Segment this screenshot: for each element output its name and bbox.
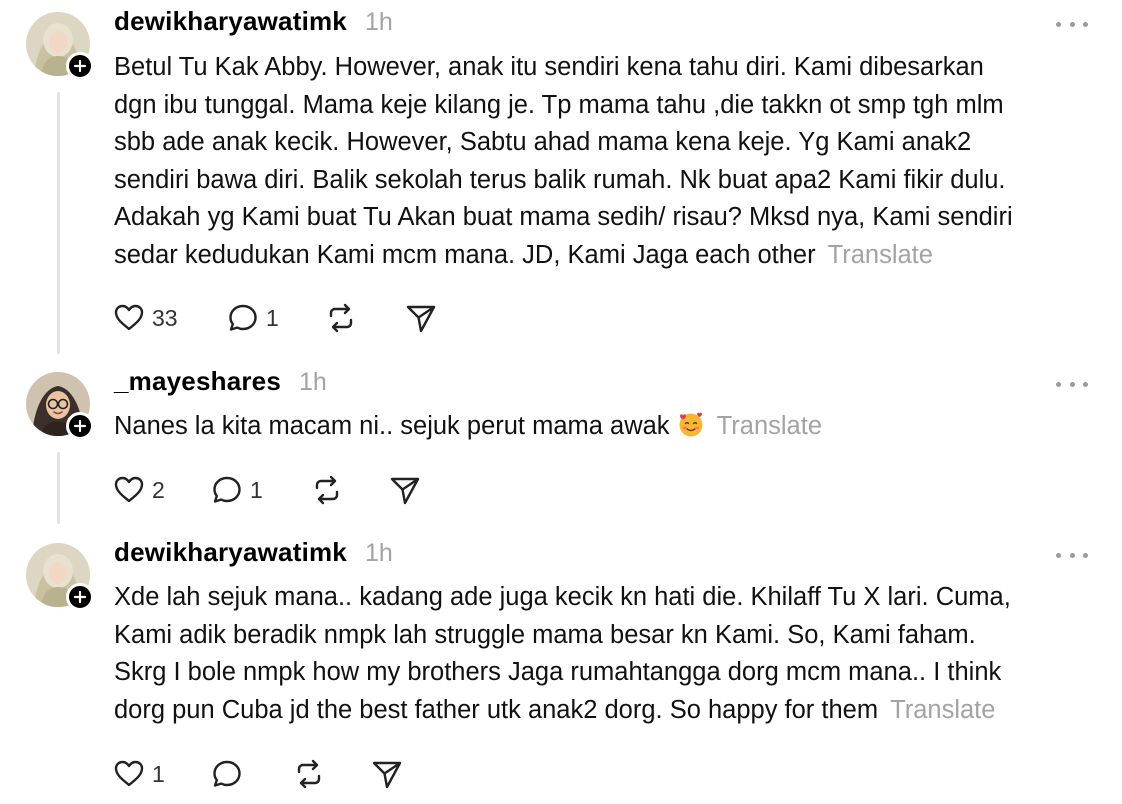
reply-icon — [213, 760, 241, 787]
text-line-last: sedar kedudukan Kami mcm mana. JD, Kami … — [114, 237, 1104, 275]
follow-plus-icon[interactable] — [66, 52, 94, 80]
share-icon — [390, 477, 420, 505]
follow-plus-icon[interactable] — [66, 412, 94, 440]
share-button[interactable] — [370, 754, 404, 794]
like-button[interactable]: 33 — [112, 298, 178, 338]
share-icon — [406, 305, 436, 333]
heart-icon — [114, 304, 144, 331]
timestamp[interactable]: 1h — [299, 368, 327, 397]
text-line: sbb ade anak kecik. However, Sabtu ahad … — [114, 128, 972, 157]
reply-button[interactable] — [210, 754, 250, 794]
username[interactable]: dewikharyawatimk — [114, 537, 347, 568]
like-count: 2 — [152, 476, 165, 503]
reply-button[interactable]: 1 — [210, 470, 263, 510]
like-count: 33 — [152, 304, 178, 331]
reply-button[interactable]: 1 — [226, 298, 279, 338]
post-text: Betul Tu Kak Abby. However, anak itu sen… — [114, 49, 1104, 275]
thread-line — [57, 452, 60, 524]
share-icon — [372, 761, 402, 789]
text-line: dorg pun Cuba jd the best father utk ana… — [114, 695, 879, 724]
text-line: Nanes la kita macam ni.. sejuk perut mam… — [114, 412, 670, 440]
username[interactable]: dewikharyawatimk — [114, 6, 347, 37]
repost-icon — [315, 475, 339, 505]
translate-link[interactable]: Translate — [828, 241, 933, 269]
smiling-face-with-hearts-icon — [679, 412, 703, 437]
repost-button[interactable] — [324, 298, 358, 338]
post-header: dewikharyawatimk 1h — [114, 537, 393, 573]
post-text: Nanes la kita macam ni.. sejuk perut mam… — [114, 408, 1104, 446]
text-line-last: dorg pun Cuba jd the best father utk ana… — [114, 692, 1104, 730]
text-line-last: Nanes la kita macam ni.. sejuk perut mam… — [114, 408, 1104, 446]
text-line: dgn ibu tunggal. Mama keje kilang je. Tp… — [114, 90, 1004, 119]
like-button[interactable]: 2 — [112, 470, 165, 510]
username[interactable]: _mayeshares — [114, 366, 281, 397]
repost-icon — [329, 303, 353, 333]
translate-link[interactable]: Translate — [890, 696, 995, 724]
text-line: Kami adik beradik nmpk lah struggle mama… — [114, 620, 976, 649]
follow-plus-icon[interactable] — [66, 583, 94, 611]
share-button[interactable] — [404, 298, 438, 338]
timestamp[interactable]: 1h — [365, 8, 393, 37]
timestamp[interactable]: 1h — [365, 539, 393, 568]
action-bar: 33 1 — [112, 298, 472, 338]
more-icon[interactable] — [1056, 545, 1088, 565]
like-button[interactable]: 1 — [112, 754, 165, 794]
action-bar: 2 1 — [112, 470, 442, 510]
repost-button[interactable] — [310, 470, 344, 510]
text-line: Adakah yg Kami buat Tu Akan buat mama se… — [114, 203, 1013, 232]
like-count: 1 — [152, 760, 165, 787]
text-line: Xde lah sejuk mana.. kadang ade juga kec… — [114, 583, 1011, 611]
reply-count: 1 — [266, 304, 279, 331]
heart-icon — [114, 476, 144, 503]
more-icon[interactable] — [1056, 374, 1088, 394]
post-header: _mayeshares 1h — [114, 366, 327, 402]
post-text: Xde lah sejuk mana.. kadang ade juga kec… — [114, 579, 1104, 729]
repost-button[interactable] — [292, 754, 326, 794]
text-line: sendiri bawa diri. Balik sekolah terus b… — [114, 165, 1006, 194]
text-line: Skrg I bole nmpk how my brothers Jaga ru… — [114, 658, 1002, 687]
thread-line — [57, 92, 60, 354]
text-line: sedar kedudukan Kami mcm mana. JD, Kami … — [114, 240, 816, 269]
action-bar: 1 — [112, 754, 412, 794]
more-icon[interactable] — [1056, 14, 1088, 34]
reply-count: 1 — [250, 476, 263, 503]
heart-icon — [114, 760, 144, 787]
share-button[interactable] — [388, 470, 422, 510]
text-line: Betul Tu Kak Abby. However, anak itu sen… — [114, 53, 984, 81]
translate-link[interactable]: Translate — [717, 412, 822, 440]
post-header: dewikharyawatimk 1h — [114, 6, 393, 42]
reply-icon — [213, 476, 241, 503]
repost-icon — [297, 759, 321, 789]
reply-icon — [229, 304, 257, 331]
